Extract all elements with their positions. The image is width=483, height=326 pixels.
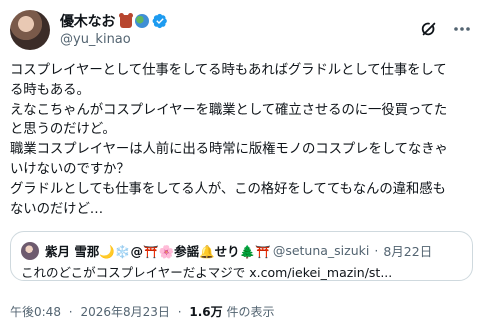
views-count[interactable]: 1.6万 xyxy=(189,305,222,319)
author-handle[interactable]: @yu_kinao xyxy=(60,32,131,47)
author-name-row[interactable]: 優木なお xyxy=(60,11,168,31)
meta-separator: · xyxy=(68,305,73,319)
more-options-icon[interactable] xyxy=(452,20,472,38)
quoted-date[interactable]: 8月22日 xyxy=(383,241,432,260)
post-time[interactable]: 午後0:48 xyxy=(10,305,61,319)
post-text-line: いけないのですか？ xyxy=(10,161,130,177)
post-header: 優木なお @yu_kinao xyxy=(10,8,473,52)
post-text-line: コスプレイヤーとして仕事をしてる時もあればグラドルとして仕事をして xyxy=(10,63,447,78)
quoted-separator: · xyxy=(374,242,379,258)
post-meta: 午後0:48 · 2026年8月23日 · 1.6万 件の表示 xyxy=(10,303,274,320)
globe-emoji-icon xyxy=(135,14,150,28)
post-text-line: 職業コスプレイヤーは人前に出る時常に版権モノのコスプレをしてなきゃ xyxy=(10,142,448,158)
grok-icon[interactable] xyxy=(420,20,438,38)
quoted-link[interactable]: x.com/iekei_mazin/st... xyxy=(249,265,392,280)
quoted-avatar[interactable] xyxy=(21,242,39,260)
post-date[interactable]: 2026年8月23日 xyxy=(80,305,169,319)
post-text-line: えなこちゃんがコスプレイヤーを職業として確立させるのに一役買ってた xyxy=(10,102,448,118)
post-text-line: グラドルとしても仕事をしてる人が、この格好をしててもなんの違和感も xyxy=(10,181,446,197)
verified-badge-icon xyxy=(152,13,168,29)
quoted-handle[interactable]: @setuna_sizuki xyxy=(273,243,370,258)
bear-emoji-icon xyxy=(119,12,134,28)
author-display-name[interactable]: 優木なお xyxy=(60,11,115,31)
meta-separator: · xyxy=(177,305,182,319)
post-text-line: る時もある。 xyxy=(10,82,90,98)
post-text-line: と思うのだけど。 xyxy=(10,122,116,138)
views-label: 件の表示 xyxy=(226,305,275,319)
quoted-post[interactable]: 紫月 雪那🌙❄️@⛩️🌸参謡🔔せり🌲⛩️ @setuna_sizuki · 8月… xyxy=(10,231,473,281)
avatar[interactable] xyxy=(10,10,50,50)
post-text: コスプレイヤーとして仕事をしてる時もあればグラドルとして仕事をして る時もある。… xyxy=(10,61,476,219)
quoted-text-body: これのどこがコスプレイヤーだよマジで xyxy=(21,265,246,280)
post-text-line: ないのだけど… xyxy=(10,201,104,217)
quoted-author-row: 紫月 雪那🌙❄️@⛩️🌸参謡🔔せり🌲⛩️ @setuna_sizuki · 8月… xyxy=(45,241,432,259)
quoted-display-name[interactable]: 紫月 雪那🌙❄️@⛩️🌸参謡🔔せり🌲⛩️ xyxy=(45,241,271,260)
quoted-text: これのどこがコスプレイヤーだよマジで x.com/iekei_mazin/st.… xyxy=(21,262,392,281)
